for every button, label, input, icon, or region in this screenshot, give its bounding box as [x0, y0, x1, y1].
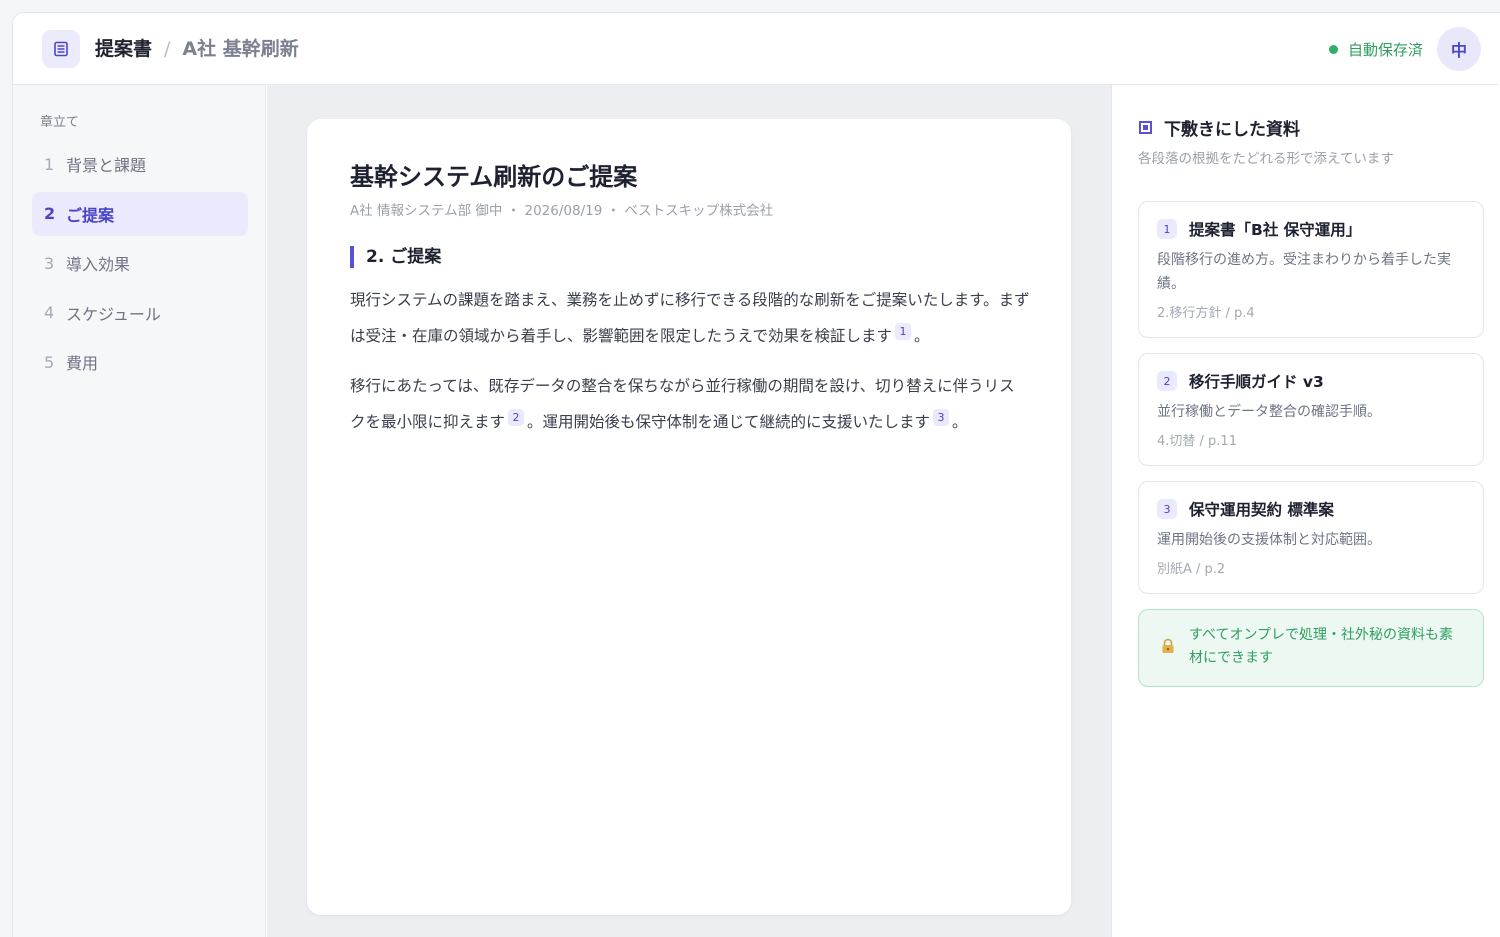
- reference-number: 1: [1157, 219, 1177, 239]
- chapter-number: 2: [44, 204, 56, 223]
- reference-square-icon: [1139, 121, 1152, 134]
- paragraph-text: 。運用開始後も保守体制を通じて継続的に支援いたします: [527, 413, 931, 431]
- chapter-label: 費用: [66, 354, 99, 373]
- chapter-number: 4: [44, 303, 55, 322]
- paragraph-2[interactable]: 移行にあたっては、既存データの整合を保ちながら並行稼働の期間を設け、切り替えに伴…: [350, 368, 1030, 440]
- reference-location: 4.切替 / p.11: [1157, 434, 1237, 449]
- status-dot-icon: [1328, 45, 1338, 54]
- reference-title: 提案書「B社 保守運用」: [1189, 221, 1362, 239]
- breadcrumb-root[interactable]: 提案書: [95, 35, 152, 63]
- reference-card-3[interactable]: 3 保守運用契約 標準案 運用開始後の支援体制と対応範囲。 別紙A / p.2: [1138, 481, 1484, 594]
- reference-description: 並行稼働とデータ整合の確認手順。: [1157, 404, 1381, 420]
- chapter-label: 導入効果: [66, 255, 131, 274]
- avatar[interactable]: 中: [1437, 27, 1481, 71]
- document-list-icon[interactable]: [42, 30, 80, 68]
- chapter-number: 5: [44, 352, 55, 372]
- reference-description: 運用開始後の支援体制と対応範囲。: [1157, 532, 1381, 548]
- reference-location: 別紙A / p.2: [1157, 562, 1226, 577]
- app-header: 提案書 / A社 基幹刷新 自動保存済 中: [13, 13, 1499, 85]
- citation-marker-3[interactable]: 3: [933, 409, 950, 426]
- notice-text: すべてオンプレで処理・社外秘の資料も素材にできます: [1189, 627, 1454, 666]
- onprem-notice: すべてオンプレで処理・社外秘の資料も素材にできます: [1138, 609, 1484, 687]
- autosave-label: 自動保存済: [1347, 41, 1423, 59]
- sidebar-item-background[interactable]: 1 背景と課題: [32, 142, 248, 186]
- paragraph-end: 。: [914, 327, 930, 345]
- references-subtitle: 各段落の根拠をたどれる形で添えています: [1138, 151, 1394, 167]
- reference-title: 保守運用契約 標準案: [1189, 501, 1334, 519]
- reference-card-header: 1 提案書「B社 保守運用」: [1157, 218, 1465, 240]
- reference-location: 2.移行方針 / p.4: [1157, 306, 1255, 321]
- chapter-label: 背景と課題: [66, 156, 147, 175]
- references-header: 下敷きにした資料: [1139, 115, 1300, 140]
- document-title: 基幹システム刷新のご提案: [350, 163, 638, 191]
- sidebar-item-schedule[interactable]: 4 スケジュール: [32, 291, 248, 335]
- reference-card-header: 3 保守運用契約 標準案: [1157, 498, 1465, 520]
- section-heading: 2. ご提案: [350, 246, 441, 268]
- document-page[interactable]: 基幹システム刷新のご提案 A社 情報システム部 御中 ・ 2026/08/19 …: [307, 119, 1071, 915]
- references-title: 下敷きにした資料: [1164, 120, 1300, 140]
- sidebar-item-cost[interactable]: 5 費用: [32, 340, 248, 384]
- breadcrumb-separator: /: [164, 38, 171, 60]
- paragraph-end: 。: [952, 413, 968, 431]
- breadcrumb-current: A社 基幹刷新: [182, 38, 299, 60]
- paragraph-1[interactable]: 現行システムの課題を踏まえ、業務を止めずに移行できる段階的な刷新をご提案いたしま…: [350, 282, 1030, 354]
- sidebar-item-effects[interactable]: 3 導入効果: [32, 241, 248, 285]
- reference-card-1[interactable]: 1 提案書「B社 保守運用」 段階移行の進め方。受注まわりから着手した実績。 2…: [1138, 201, 1484, 338]
- reference-number: 3: [1157, 499, 1177, 519]
- citation-marker-2[interactable]: 2: [508, 409, 525, 426]
- chapter-list: 1 背景と課題 2 ご提案 3 導入効果 4 スケジュール 5 費用: [32, 142, 248, 390]
- sidebar-heading: 章立て: [40, 115, 80, 130]
- reference-card-2[interactable]: 2 移行手順ガイド v3 並行稼働とデータ整合の確認手順。 4.切替 / p.1…: [1138, 353, 1484, 466]
- citation-marker-1[interactable]: 1: [895, 323, 912, 340]
- reference-number: 2: [1157, 371, 1177, 391]
- reference-description: 段階移行の進め方。受注まわりから着手した実績。: [1157, 252, 1451, 292]
- chapter-number: 1: [44, 154, 55, 174]
- chapter-label: ご提案: [66, 205, 115, 225]
- document-meta: A社 情報システム部 御中 ・ 2026/08/19 ・ ベストスキップ株式会社: [350, 203, 774, 219]
- lock-icon: [1162, 638, 1174, 653]
- chapter-number: 3: [44, 253, 55, 273]
- reference-card-header: 2 移行手順ガイド v3: [1157, 370, 1465, 392]
- sidebar-item-proposal[interactable]: 2 ご提案: [32, 191, 248, 236]
- references-panel: 下敷きにした資料 各段落の根拠をたどれる形で添えています 1 提案書「B社 保守…: [1111, 85, 1500, 937]
- autosave-status: 自動保存済: [1328, 39, 1423, 60]
- breadcrumb: 提案書 / A社 基幹刷新: [95, 35, 299, 63]
- sidebar: 章立て 1 背景と課題 2 ご提案 3 導入効果 4 スケジュール 5 費用: [13, 85, 266, 937]
- document-list-icon-graphic: [54, 41, 68, 57]
- chapter-label: スケジュール: [66, 304, 161, 324]
- document-area: 基幹システム刷新のご提案 A社 情報システム部 御中 ・ 2026/08/19 …: [267, 85, 1111, 937]
- reference-title: 移行手順ガイド v3: [1189, 373, 1324, 391]
- app-window: 提案書 / A社 基幹刷新 自動保存済 中 章立て 1 背景と課題 2 ご提案 …: [12, 12, 1500, 937]
